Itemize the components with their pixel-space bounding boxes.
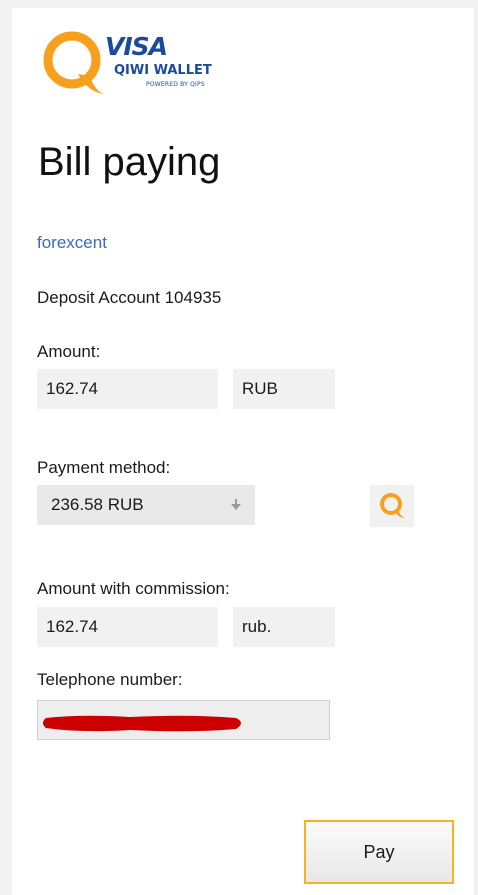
payment-method-label: Payment method: xyxy=(37,458,171,477)
account-description: Deposit Account 104935 xyxy=(37,288,222,307)
redaction-mark xyxy=(43,715,241,732)
payment-method-select[interactable]: 236.58 RUB xyxy=(37,485,255,525)
amount-field[interactable]: 162.74 xyxy=(37,369,218,409)
phone-input[interactable] xyxy=(37,700,330,740)
logo-visa-text: VISA xyxy=(105,32,168,61)
commission-amount-field[interactable]: 162.74 xyxy=(37,607,218,647)
visa-qiwi-wallet-logo: VISA QIWI WALLET POWERED BY QIPS xyxy=(40,30,240,102)
amount-label: Amount: xyxy=(37,342,101,361)
arrow-down-icon xyxy=(231,499,241,510)
payment-method-selected-value: 236.58 RUB xyxy=(51,495,144,514)
amount-currency-field: RUB xyxy=(233,369,335,409)
merchant-link[interactable]: forexcent xyxy=(37,233,107,253)
qiwi-method-button[interactable] xyxy=(370,485,414,527)
payment-card: VISA QIWI WALLET POWERED BY QIPS Bill pa… xyxy=(12,8,474,895)
logo-wallet-text: QIWI WALLET xyxy=(114,63,212,78)
logo-powered-text: POWERED BY QIPS xyxy=(146,81,205,88)
phone-label: Telephone number: xyxy=(37,670,183,689)
commission-currency-field: rub. xyxy=(233,607,335,647)
commission-label: Amount with commission: xyxy=(37,579,230,598)
pay-button[interactable]: Pay xyxy=(304,820,454,884)
page-title: Bill paying xyxy=(38,140,221,184)
qiwi-q-icon xyxy=(380,493,405,518)
